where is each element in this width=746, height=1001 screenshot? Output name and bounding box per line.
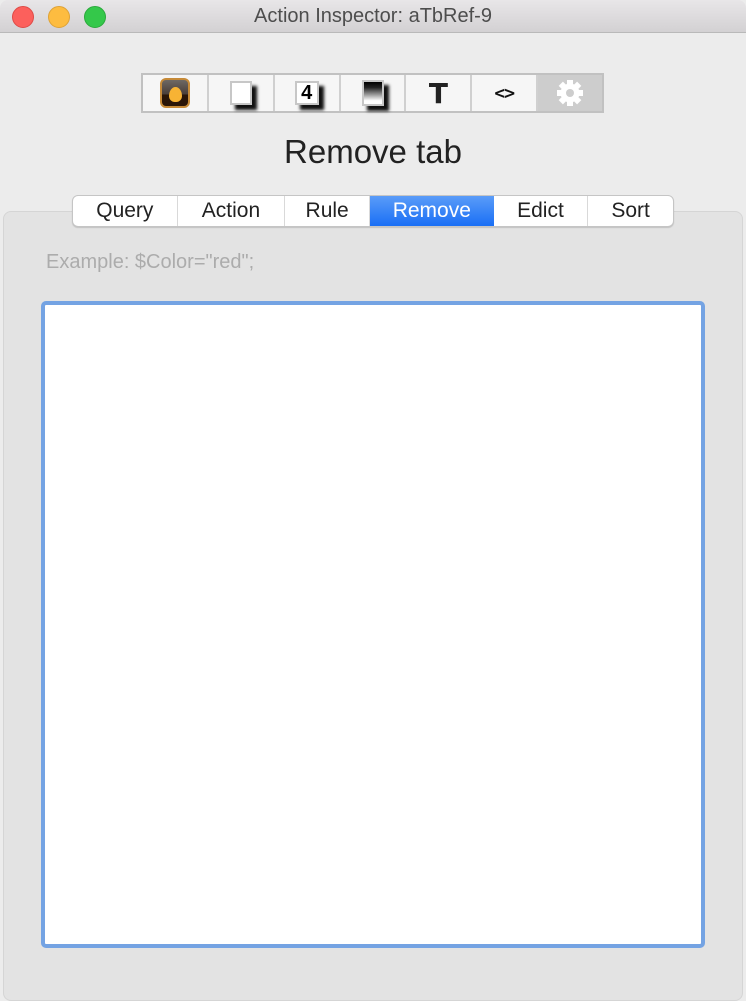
tab-edict[interactable]: Edict — [494, 196, 589, 226]
remove-action-input[interactable] — [47, 308, 699, 942]
toolbar-background-button[interactable] — [341, 75, 407, 111]
gradient-icon — [361, 80, 384, 106]
example-hint: Example: $Color="red"; — [46, 251, 255, 273]
text-icon: T — [428, 76, 448, 110]
tab-sort[interactable]: Sort — [588, 196, 673, 226]
tab-query[interactable]: Query — [73, 196, 178, 226]
gear-icon — [557, 80, 584, 106]
toolbar-action-button[interactable] — [538, 75, 603, 111]
tab-rule[interactable]: Rule — [285, 196, 371, 226]
code-icon: <> — [494, 82, 515, 104]
toolbar-appearance-button[interactable] — [143, 75, 209, 111]
window-title: Action Inspector: aTbRef-9 — [254, 5, 492, 27]
tab-remove[interactable]: Remove — [370, 196, 494, 226]
title-bar: Action Inspector: aTbRef-9 — [0, 0, 746, 33]
remove-action-editor — [41, 301, 705, 948]
flame-icon — [159, 78, 190, 108]
inspector-toolbar: 4 T <> — [141, 73, 604, 113]
page-title: Remove tab — [284, 133, 462, 170]
badge-4-icon: 4 — [294, 81, 319, 105]
toolbar-badge-button[interactable]: 4 — [275, 75, 341, 111]
toolbar-text-button[interactable]: T — [406, 75, 473, 111]
toolbar-note-button[interactable] — [209, 75, 275, 111]
tab-action[interactable]: Action — [178, 196, 286, 226]
tab-bar: Query Action Rule Remove Edict Sort — [72, 195, 674, 227]
page-shadow-icon — [229, 81, 252, 105]
toolbar-code-button[interactable]: <> — [472, 75, 539, 111]
